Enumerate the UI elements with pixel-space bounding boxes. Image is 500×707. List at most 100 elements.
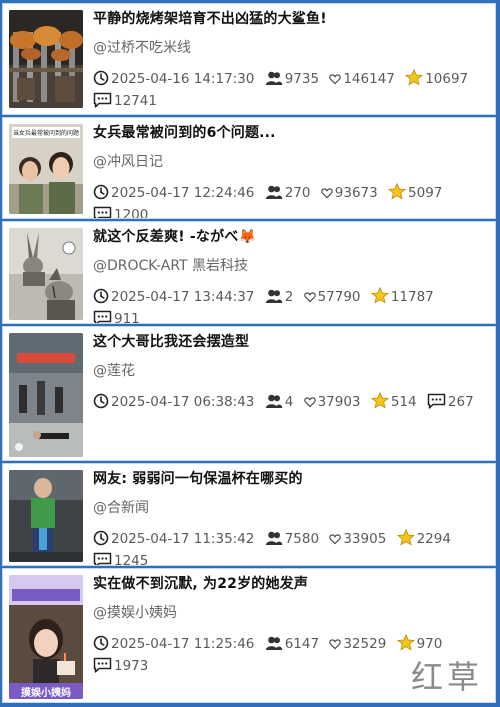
post-title[interactable]: 平静的烧烤架培育不出凶猛的大鲨鱼! [93,8,491,28]
thumbnail-image [9,575,83,699]
likes-count: 32529 [343,636,387,652]
heart-icon [321,188,333,199]
post-time: 2025-04-17 12:24:46 [93,182,254,204]
post-stars: 10697 [405,68,468,90]
post-stars: 11787 [370,286,434,308]
post-thumbnail[interactable] [9,228,83,320]
users-icon [265,185,282,199]
post-thumbnail[interactable]: 当女兵最常被问到的问题 [9,124,83,214]
clock-icon [93,393,109,409]
post-thumbnail[interactable] [9,333,83,457]
likes-count: 93673 [334,185,378,201]
thumbnail-image [9,124,83,214]
chat-icon [93,206,112,218]
post-author[interactable]: @合新闻 [93,497,149,517]
chat-icon [93,657,112,673]
post-stars: 514 [370,391,417,413]
chat-icon [93,552,112,565]
post-comments: 270 [265,182,310,204]
post-author[interactable]: @过桥不吃米线 [93,37,191,57]
post-card[interactable]: 摸娱小姨妈 实在做不到沉默, 为22岁的她发声 @摸娱小姨妈 2025-04-1… [2,568,496,703]
stars-count: 10697 [425,71,469,87]
star-icon [370,286,389,304]
stars-count: 11787 [390,289,434,305]
post-comments: 7580 [265,528,319,550]
shares-count: 1200 [114,207,149,219]
post-shares: 12741 [93,90,157,112]
comments-count: 6147 [284,636,320,652]
users-icon [265,394,282,408]
heart-icon [329,534,342,545]
post-stars: 2294 [396,528,451,550]
post-shares: 1200 [93,204,149,219]
post-card[interactable]: 就这个反差爽! -ながべ🦊 @DROCK-ART 黑岩科技 2025-04-17… [2,221,496,324]
heart-icon [329,639,342,650]
post-title[interactable]: 这个大哥比我还会摆造型 [93,331,491,351]
post-thumbnail[interactable]: 摸娱小姨妈 [9,575,83,699]
thumbnail-image [9,470,83,562]
post-meta: 2025-04-17 06:38:43 4 37903 514 267 [93,391,491,413]
post-author[interactable]: @莲花 [93,360,135,380]
chat-icon [93,310,112,323]
post-time: 2025-04-17 13:44:37 [93,286,254,308]
post-time: 2025-04-17 11:25:46 [93,633,254,655]
users-icon [265,71,282,85]
star-icon [396,528,415,546]
post-title[interactable]: 女兵最常被问到的6个问题... [93,122,491,142]
post-likes: 37903 [303,391,361,413]
post-meta: 2025-04-17 11:35:42 7580 33905 2294 1245 [93,528,491,566]
post-card[interactable]: 当女兵最常被问到的问题 女兵最常被问到的6个问题... @冲风日记 2025-0… [2,117,496,219]
shares-count: 267 [447,394,474,410]
post-shares: 1245 [93,550,149,566]
star-icon [370,391,389,409]
post-meta: 2025-04-17 13:44:37 2 57790 11787 911 [93,286,491,323]
thumbnail-image [9,228,83,320]
thumbnail-caption: 当女兵最常被问到的问题 [12,130,79,137]
likes-count: 57790 [317,289,361,305]
stars-count: 5097 [408,185,443,201]
time-value: 2025-04-17 11:35:42 [111,531,255,547]
post-author[interactable]: @摸娱小姨妈 [93,602,177,622]
post-card[interactable]: 网友: 弱弱问一句保温杯在哪买的 @合新闻 2025-04-17 11:35:4… [2,463,496,566]
post-likes: 33905 [329,528,386,550]
heart-icon [329,74,342,85]
clock-icon [93,70,109,86]
thumbnail-image [9,10,83,108]
post-author[interactable]: @DROCK-ART 黑岩科技 [93,255,248,275]
post-likes: 146147 [329,68,395,90]
post-shares: 267 [427,391,474,413]
post-title[interactable]: 网友: 弱弱问一句保温杯在哪买的 [93,468,491,488]
users-icon [265,636,282,650]
time-value: 2025-04-17 11:25:46 [111,636,255,652]
time-value: 2025-04-17 13:44:37 [111,289,255,305]
chat-icon [427,393,446,409]
post-card[interactable]: 这个大哥比我还会摆造型 @莲花 2025-04-17 06:38:43 4 37… [2,326,496,461]
post-card[interactable]: 平静的烧烤架培育不出凶猛的大鲨鱼! @过桥不吃米线 2025-04-16 14:… [2,3,496,115]
post-comments: 4 [265,391,293,413]
shares-count: 1245 [114,553,149,566]
post-comments: 2 [265,286,294,308]
users-icon [265,531,282,545]
post-thumbnail[interactable] [9,10,83,108]
heart-icon [303,292,316,303]
stars-count: 2294 [416,531,451,547]
comments-count: 2 [284,289,294,305]
time-value: 2025-04-17 06:38:43 [111,394,255,410]
time-value: 2025-04-16 14:17:30 [111,71,255,87]
post-title[interactable]: 就这个反差爽! -ながべ🦊 [93,226,491,246]
star-icon [405,68,424,86]
post-title[interactable]: 实在做不到沉默, 为22岁的她发声 [93,573,491,593]
post-stars: 5097 [387,182,443,204]
post-author[interactable]: @冲风日记 [93,151,163,171]
post-shares: 1973 [93,655,148,677]
post-meta: 2025-04-16 14:17:30 9735 146147 10697 12… [93,68,491,112]
thumbnail-image [9,333,83,457]
time-value: 2025-04-17 12:24:46 [111,185,255,201]
post-likes: 32529 [329,633,386,655]
post-thumbnail[interactable] [9,470,83,562]
star-icon [396,633,415,651]
post-comments: 9735 [265,68,319,90]
post-shares: 911 [93,308,140,323]
shares-count: 1973 [114,658,149,674]
comments-count: 7580 [284,531,320,547]
